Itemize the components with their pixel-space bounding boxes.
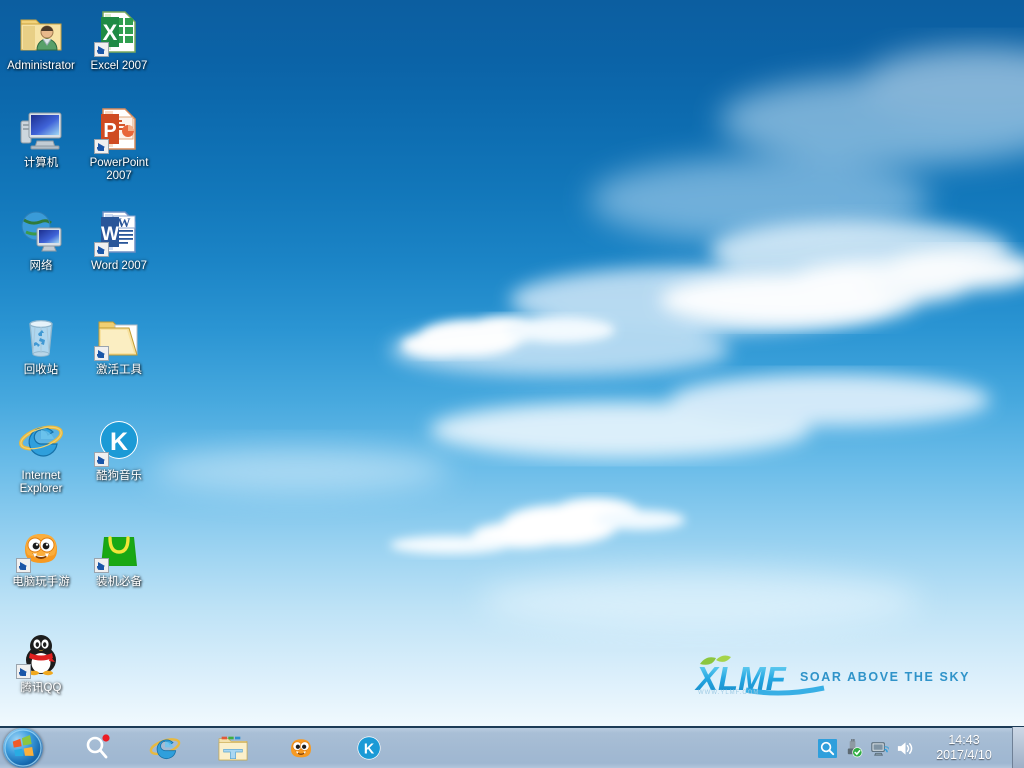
taskbar-item-pc-mobile-games[interactable] [275, 729, 327, 767]
desktop-icon-excel-2007[interactable]: X Excel 2007 [80, 8, 158, 73]
desktop-icon-label: PowerPoint 2007 [80, 157, 158, 183]
shortcut-overlay-icon [16, 558, 31, 573]
computer-icon [17, 105, 65, 153]
desktop-icon-recycle-bin[interactable]: 回收站 [2, 312, 80, 377]
svg-text:K: K [364, 741, 375, 757]
taskbar-clock[interactable]: 14:43 2017/4/10 [918, 733, 1010, 763]
internet-explorer-icon [17, 418, 65, 466]
desktop-icon-essential-software[interactable]: 装机必备 [80, 524, 158, 589]
svg-text:K: K [110, 428, 128, 456]
internet-explorer-icon [149, 732, 181, 764]
start-button[interactable]: 开始 [3, 728, 43, 768]
desktop-icon-label: 回收站 [2, 364, 80, 377]
desktop-icon-label: 装机必备 [80, 576, 158, 589]
desktop-icon-tencent-qq[interactable]: 腾讯QQ [2, 630, 80, 695]
shortcut-overlay-icon [94, 42, 109, 57]
word-icon: W W [95, 208, 143, 256]
monster-icon [286, 734, 316, 762]
monster-icon [17, 524, 65, 572]
desktop-icon-label: 计算机 [2, 157, 80, 170]
desktop-icon-network[interactable]: 网络 [2, 208, 80, 273]
shortcut-overlay-icon [16, 664, 31, 679]
network-icon [17, 208, 65, 256]
desktop-icon-activation-tool[interactable]: 激活工具 [80, 312, 158, 377]
desktop-surface[interactable]: Administrator X Excel 2007 [0, 0, 1024, 768]
kugou-icon: K [354, 733, 384, 763]
tray-icon-usb[interactable] [840, 728, 866, 768]
tray-icon-volume[interactable] [892, 728, 918, 768]
desktop-icon-computer[interactable]: 计算机 [2, 105, 80, 170]
folder-icon [95, 312, 143, 360]
shortcut-overlay-icon [94, 139, 109, 154]
taskbar-item-internet-explorer[interactable] [139, 729, 191, 767]
wallpaper-brand-watermark: XLMF SOAR ABOVE THE SKY WWW.YLMF.COM [690, 650, 990, 700]
shortcut-overlay-icon [94, 346, 109, 361]
shortcut-overlay-icon [94, 452, 109, 467]
svg-text:W: W [118, 215, 131, 230]
excel-icon: X [95, 8, 143, 56]
shortcut-overlay-icon [94, 558, 109, 573]
desktop-icon-label: 腾讯QQ [2, 682, 80, 695]
desktop-icon-grid: Administrator X Excel 2007 [0, 0, 170, 730]
tray-icon-network[interactable] [866, 728, 892, 768]
tray-icon-search[interactable] [814, 728, 840, 768]
desktop-icon-label: Administrator [2, 60, 80, 73]
desktop-icon-word-2007[interactable]: W W Word 2007 [80, 208, 158, 273]
taskbar-item-file-explorer[interactable] [207, 729, 259, 767]
desktop-icon-label: Word 2007 [80, 260, 158, 273]
clock-time: 14:43 [922, 733, 1006, 748]
volume-speaker-icon [896, 739, 915, 758]
desktop-icon-kugou-music[interactable]: K 酷狗音乐 [80, 418, 158, 483]
desktop-icon-pc-mobile-games[interactable]: 电脑玩手游 [2, 524, 80, 589]
taskbar-item-search[interactable] [71, 729, 123, 767]
taskbar[interactable]: 开始 [0, 726, 1024, 768]
shortcut-overlay-icon [94, 242, 109, 257]
desktop-icon-internet-explorer[interactable]: Internet Explorer [2, 418, 80, 496]
shopping-bag-icon [95, 524, 143, 572]
watermark-tagline: SOAR ABOVE THE SKY [800, 670, 970, 684]
desktop-icon-label: Internet Explorer [2, 470, 80, 496]
search-magnifier-icon [82, 733, 112, 763]
user-folder-icon [17, 8, 65, 56]
show-desktop-button[interactable] [1012, 727, 1024, 768]
desktop-icon-powerpoint-2007[interactable]: P PowerPoint 2007 [80, 105, 158, 183]
clock-date: 2017/4/10 [922, 748, 1006, 763]
desktop-icon-label: 电脑玩手游 [2, 576, 80, 589]
qq-penguin-icon [17, 630, 65, 678]
folder-explorer-icon [217, 733, 249, 763]
kugou-icon: K [95, 418, 143, 466]
system-tray[interactable]: 14:43 2017/4/10 [814, 727, 1024, 768]
desktop-icon-label: 酷狗音乐 [80, 470, 158, 483]
watermark-site: WWW.YLMF.COM [698, 690, 759, 696]
desktop-icon-label: Excel 2007 [80, 60, 158, 73]
desktop-icon-label: 激活工具 [80, 364, 158, 377]
recycle-bin-icon [17, 312, 65, 360]
search-box-icon [818, 739, 837, 758]
network-monitor-icon [870, 739, 889, 758]
desktop-icon-label: 网络 [2, 260, 80, 273]
usb-safe-remove-icon [844, 739, 863, 758]
taskbar-item-kugou-music[interactable]: K [343, 729, 395, 767]
desktop-icon-administrator[interactable]: Administrator [2, 8, 80, 73]
powerpoint-icon: P [95, 105, 143, 153]
